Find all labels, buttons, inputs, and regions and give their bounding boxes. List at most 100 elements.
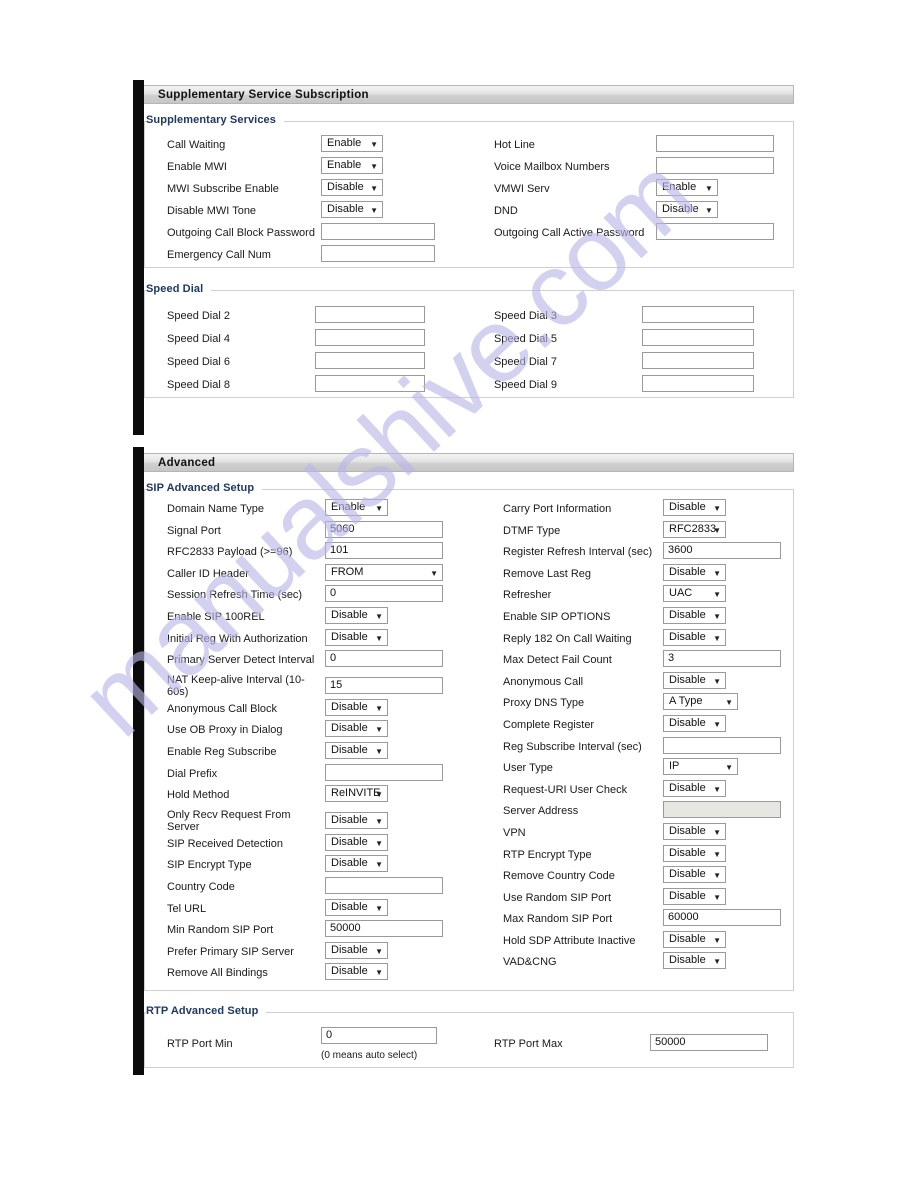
enable-mwi-select[interactable]: Enable ▼	[321, 157, 383, 174]
nat-keep-alive-interval-10-60s-input[interactable]: 15	[325, 676, 443, 694]
chevron-down-icon: ▼	[375, 903, 383, 913]
call-waiting-select[interactable]: Enable ▼	[321, 135, 383, 152]
field-label: Hot Line	[493, 139, 535, 151]
group-box: Call Waiting Enable ▼ Hot Line Enable MWI…	[144, 121, 794, 268]
vpn-select[interactable]: Disable ▼	[663, 822, 726, 840]
refresher-select[interactable]: UAC ▼	[663, 585, 726, 603]
mwi-subscribe-enable-select[interactable]: Disable ▼	[321, 179, 383, 196]
register-refresh-interval-sec-input[interactable]: 3600	[663, 542, 781, 560]
field-label: Speed Dial 9	[493, 379, 557, 391]
remove-country-code-select[interactable]: Disable ▼	[663, 866, 726, 884]
field-label: Server Address	[503, 805, 579, 818]
field-label: Reply 182 On Call Waiting	[503, 632, 632, 645]
reg-subscribe-interval-sec-input[interactable]	[663, 736, 781, 754]
enable-sip-options-select[interactable]: Disable ▼	[663, 606, 726, 624]
rows: Call Waiting Enable ▼ Hot Line Enable MWI…	[145, 135, 793, 267]
complete-register-select[interactable]: Disable ▼	[663, 714, 726, 732]
field-label: Call Waiting	[167, 139, 226, 151]
hot-line-input[interactable]	[655, 135, 774, 152]
field-label: Speed Dial 3	[493, 310, 557, 322]
anonymous-call-select[interactable]: Disable ▼	[663, 671, 726, 689]
field-label: Outgoing Call Block Password	[167, 227, 315, 239]
carry-port-information-select[interactable]: Disable ▼	[663, 499, 726, 516]
proxy-dns-type-select[interactable]: A Type ▼	[663, 693, 738, 711]
form-row: User Type IP ▼	[503, 758, 783, 780]
chevron-down-icon: ▼	[375, 790, 383, 800]
rfc2833-payload-96-input[interactable]: 101	[325, 542, 443, 560]
tel-url-select[interactable]: Disable ▼	[325, 898, 388, 916]
voice-mailbox-numbers-input[interactable]	[655, 157, 774, 174]
use-ob-proxy-in-dialog-select[interactable]: Disable ▼	[325, 720, 388, 738]
session-refresh-time-sec-input[interactable]: 0	[325, 585, 443, 603]
speed-dial-3-input[interactable]	[641, 306, 754, 323]
sip-encrypt-type-select[interactable]: Disable ▼	[325, 855, 388, 873]
min-random-sip-port-input[interactable]: 50000	[325, 920, 443, 938]
field-label: Max Random SIP Port	[503, 913, 613, 926]
speed-dial-8-input[interactable]	[315, 375, 425, 392]
emergency-call-num-input[interactable]	[321, 245, 435, 262]
form-row: Anonymous Call Block Disable ▼	[167, 698, 507, 721]
dtmf-type-select[interactable]: RFC2833 ▼	[663, 520, 726, 538]
dnd-select[interactable]: Disable ▼	[655, 201, 718, 218]
select-value: Disable	[331, 630, 368, 643]
anonymous-call-block-select[interactable]: Disable ▼	[325, 698, 388, 716]
outgoing-call-block-password-input[interactable]	[321, 223, 435, 240]
initial-reg-with-authorization-select[interactable]: Disable ▼	[325, 628, 388, 646]
select-value: Disable	[669, 501, 706, 513]
group-box: RTP Port Min 0 (0 means auto select) RTP…	[144, 1012, 794, 1068]
chevron-down-icon: ▼	[713, 676, 721, 686]
outgoing-call-active-password-input[interactable]	[655, 223, 774, 240]
form-row: Speed Dial 4 Speed Dial 5	[145, 329, 793, 352]
caller-id-header-select[interactable]: FROM ▼	[325, 563, 443, 581]
rtp-port-max-input[interactable]: 50000	[649, 1034, 768, 1051]
chevron-down-icon: ▼	[375, 946, 383, 956]
prefer-primary-sip-server-select[interactable]: Disable ▼	[325, 941, 388, 959]
vmwi-serv-select[interactable]: Enable ▼	[655, 179, 718, 196]
group-box: Domain Name Type Enable ▼ Signal Port 5060 RF…	[144, 489, 794, 991]
field-label: Remove Country Code	[503, 870, 615, 883]
dial-prefix-input[interactable]	[325, 763, 443, 781]
field-label: RFC2833 Payload (>=96)	[167, 546, 293, 559]
field-label: DND	[493, 205, 518, 217]
only-recv-request-from-server-select[interactable]: Disable ▼	[325, 811, 388, 829]
enable-reg-subscribe-select[interactable]: Disable ▼	[325, 741, 388, 759]
max-detect-fail-count-input[interactable]: 3	[663, 650, 781, 668]
country-code-input[interactable]	[325, 876, 443, 894]
speed-dial-5-input[interactable]	[641, 329, 754, 346]
sip-received-detection-select[interactable]: Disable ▼	[325, 833, 388, 851]
hold-sdp-attribute-inactive-select[interactable]: Disable ▼	[663, 930, 726, 948]
remove-last-reg-select[interactable]: Disable ▼	[663, 563, 726, 581]
rtp-encrypt-type-select[interactable]: Disable ▼	[663, 844, 726, 862]
rtp-port-min-input[interactable]: 0	[321, 1027, 437, 1044]
chevron-down-icon: ▼	[375, 816, 383, 826]
hold-method-select[interactable]: ReINVITE ▼	[325, 785, 388, 803]
user-type-select[interactable]: IP ▼	[663, 758, 738, 776]
speed-dial-4-input[interactable]	[315, 329, 425, 346]
form-row: Speed Dial 2 Speed Dial 3	[145, 306, 793, 329]
domain-name-type-select[interactable]: Enable ▼	[325, 499, 388, 516]
speed-dial-9-input[interactable]	[641, 375, 754, 392]
speed-dial-2-input[interactable]	[315, 306, 425, 323]
enable-sip-100rel-select[interactable]: Disable ▼	[325, 606, 388, 624]
speed-dial-6-input[interactable]	[315, 352, 425, 369]
speed-dial-7-input[interactable]	[641, 352, 754, 369]
primary-server-detect-interval-input[interactable]: 0	[325, 650, 443, 668]
max-random-sip-port-input[interactable]: 60000	[663, 909, 781, 927]
form-row: Min Random SIP Port 50000	[167, 920, 507, 942]
form-row: Enable MWI Enable ▼ Voice Mailbox Numbers	[145, 157, 793, 179]
request-uri-user-check-select[interactable]: Disable ▼	[663, 779, 726, 797]
chevron-down-icon: ▼	[370, 140, 378, 149]
signal-port-input[interactable]: 5060	[325, 520, 443, 538]
group-supplementary-services: Supplementary Services Call Waiting Enab…	[144, 114, 794, 268]
reply-182-on-call-waiting-select[interactable]: Disable ▼	[663, 628, 726, 646]
vad-cng-select[interactable]: Disable ▼	[663, 952, 726, 970]
remove-all-bindings-select[interactable]: Disable ▼	[325, 963, 388, 981]
form-row: VPN Disable ▼	[503, 822, 783, 845]
field-label: Carry Port Information	[503, 503, 612, 515]
use-random-sip-port-select[interactable]: Disable ▼	[663, 887, 726, 905]
form-row: NAT Keep-alive Interval (10-60s) 15	[167, 672, 507, 699]
field-label: Voice Mailbox Numbers	[493, 161, 610, 173]
disable-mwi-tone-select[interactable]: Disable ▼	[321, 201, 383, 218]
rows: RTP Port Min 0 (0 means auto select) RTP…	[145, 1027, 793, 1063]
select-value: Disable	[661, 203, 699, 215]
